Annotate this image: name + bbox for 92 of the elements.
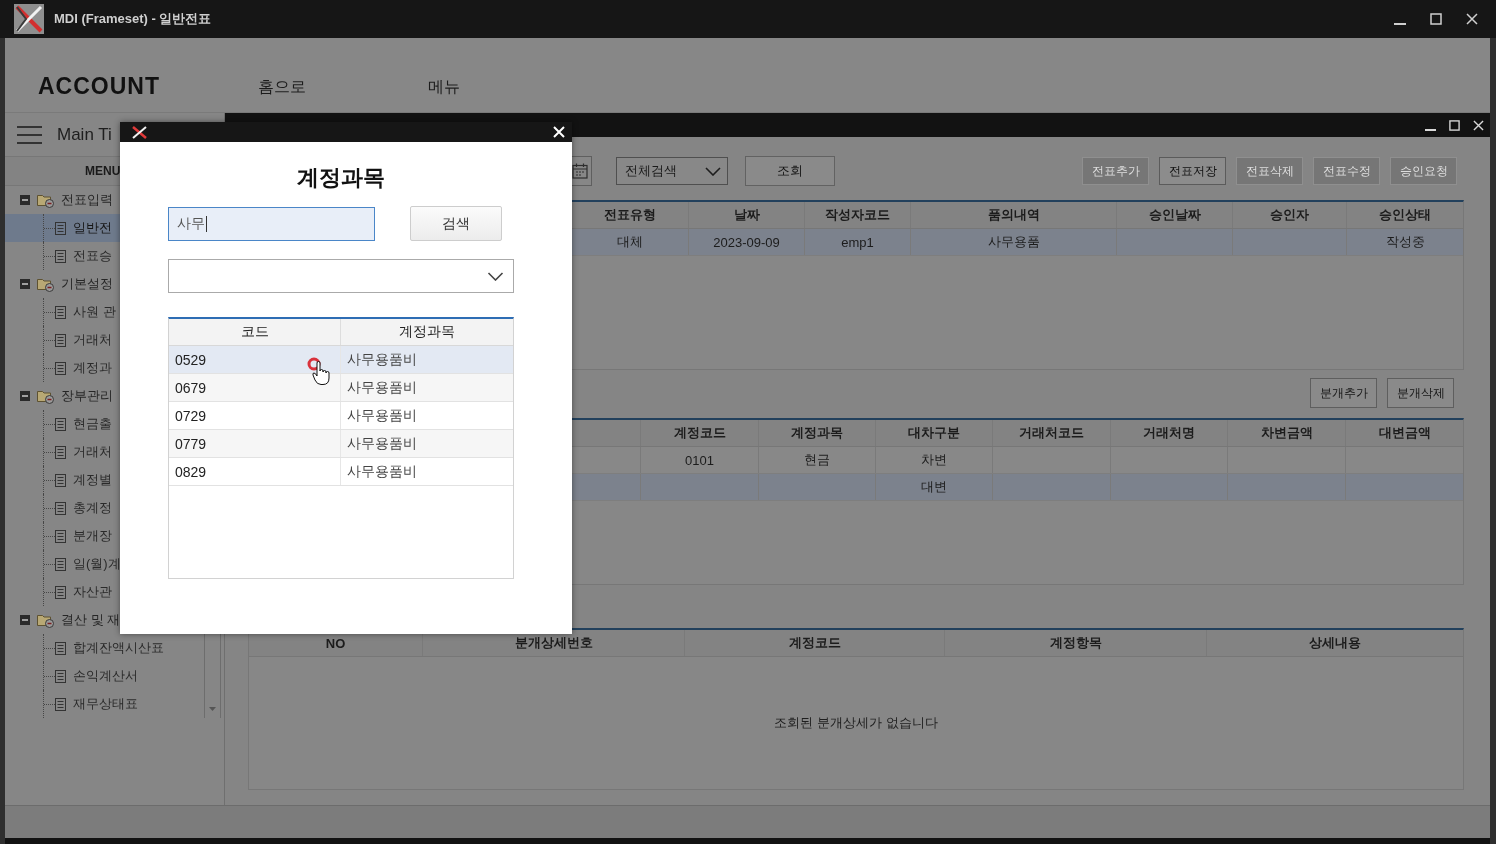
- document-icon: [55, 221, 66, 235]
- column-header[interactable]: 거래처명: [1111, 420, 1228, 446]
- window-title: MDI (Frameset) - 일반전표: [54, 10, 212, 28]
- click-ring-icon: [307, 357, 321, 371]
- toolbar-button[interactable]: 전표저장: [1159, 157, 1226, 185]
- search-button[interactable]: 검색: [410, 206, 502, 241]
- document-icon: [55, 445, 66, 459]
- folder-icon: [37, 192, 54, 208]
- minimize-icon: [1394, 23, 1406, 25]
- column-header[interactable]: 승인날짜: [1117, 202, 1233, 228]
- document-icon: [55, 585, 66, 599]
- close-icon: [1472, 119, 1484, 131]
- entry-button[interactable]: 분개추가: [1310, 378, 1377, 408]
- column-header[interactable]: 거래처코드: [993, 420, 1111, 446]
- app-logo-icon: [14, 4, 44, 34]
- column-header[interactable]: 승인자: [1233, 202, 1347, 228]
- table-cell-text: 사무용품비: [346, 405, 418, 425]
- menu-icon: [17, 125, 42, 144]
- document-icon: [55, 417, 66, 431]
- table-cell-text: 사무용품비: [346, 349, 418, 369]
- collapse-icon[interactable]: [20, 391, 30, 401]
- empty-message: 조회된 분개상세가 없습니다: [774, 714, 938, 732]
- table-cell: 0779: [169, 430, 341, 457]
- collapse-icon[interactable]: [20, 195, 30, 205]
- minimize-icon: [1424, 128, 1436, 131]
- app-logo-icon: [132, 125, 147, 139]
- document-icon: [55, 529, 66, 543]
- column-header[interactable]: 품의내역: [911, 202, 1117, 228]
- table-cell: 차변: [876, 447, 993, 473]
- nav-link[interactable]: 홈으로: [258, 77, 428, 100]
- column-header[interactable]: 날짜: [689, 202, 805, 228]
- table-row[interactable]: 0779 사무용품비: [169, 430, 513, 458]
- table-cell: 현금: [759, 447, 876, 473]
- table-cell: 사무용품: [911, 229, 1117, 255]
- document-icon: [55, 473, 66, 487]
- table-row[interactable]: 0829 사무용품비: [169, 458, 513, 486]
- table-cell-text: 작성중: [1384, 233, 1426, 251]
- table-cell: 0829: [169, 458, 341, 485]
- table-cell: 0101: [641, 447, 759, 473]
- query-button[interactable]: 조회: [745, 156, 835, 186]
- table-cell: 대변: [876, 474, 993, 500]
- collapse-icon[interactable]: [20, 279, 30, 289]
- document-icon: [55, 249, 66, 263]
- column-header[interactable]: 코드: [169, 319, 341, 345]
- tree-item[interactable]: 재무상태표: [5, 690, 204, 718]
- dialog-title: 계정과목: [296, 164, 386, 191]
- column-header[interactable]: 차변금액: [1228, 420, 1346, 446]
- column-header[interactable]: 대차구분: [876, 420, 993, 446]
- table-cell: 0729: [169, 402, 341, 429]
- folder-icon: [37, 388, 54, 404]
- sidebar-title: Main Ti: [57, 124, 112, 145]
- document-icon: [55, 305, 66, 319]
- column-header[interactable]: 상세내용: [1207, 630, 1463, 656]
- column-header[interactable]: 승인상태: [1347, 202, 1463, 228]
- table-cell: emp1: [805, 229, 911, 255]
- document-icon: [55, 669, 66, 683]
- column-header[interactable]: 대변금액: [1346, 420, 1463, 446]
- table-cell-text: 사무용품비: [346, 377, 418, 397]
- hand-cursor-icon: [312, 361, 330, 385]
- close-icon: [1466, 13, 1478, 25]
- column-header[interactable]: 계정과목: [341, 319, 513, 345]
- folder-icon: [37, 612, 54, 628]
- text-caret-icon: [206, 215, 207, 232]
- table-cell: 2023-09-09: [689, 229, 805, 255]
- document-icon: [55, 557, 66, 571]
- column-header[interactable]: 계정코드: [685, 630, 945, 656]
- chevron-down-icon: [705, 166, 721, 176]
- nav-link[interactable]: 메뉴: [428, 77, 598, 100]
- document-icon: [55, 697, 66, 711]
- column-header[interactable]: 계정과목: [759, 420, 876, 446]
- scope-select[interactable]: 전체검색: [616, 157, 728, 185]
- column-header[interactable]: 작성자코드: [805, 202, 911, 228]
- document-icon: [55, 501, 66, 515]
- chevron-down-icon: [487, 271, 504, 281]
- folder-icon: [37, 276, 54, 292]
- table-row[interactable]: 0729 사무용품비: [169, 402, 513, 430]
- table-row[interactable]: 0529 사무용품비: [169, 346, 513, 374]
- calendar-icon: [572, 163, 588, 179]
- table-row[interactable]: 0679 사무용품비: [169, 374, 513, 402]
- column-header[interactable]: 계정코드: [641, 420, 759, 446]
- collapse-icon[interactable]: [20, 615, 30, 625]
- close-icon: [553, 126, 565, 138]
- tree-item[interactable]: 손익계산서: [5, 662, 204, 690]
- document-icon: [55, 333, 66, 347]
- column-header[interactable]: 계정항목: [945, 630, 1207, 656]
- document-icon: [55, 641, 66, 655]
- document-icon: [55, 361, 66, 375]
- maximize-icon: [1430, 13, 1442, 25]
- maximize-icon: [1448, 119, 1460, 131]
- search-field[interactable]: 사무: [168, 206, 375, 241]
- brand-logo: ACCOUNT: [38, 73, 161, 100]
- entry-button[interactable]: 분개삭제: [1387, 378, 1454, 408]
